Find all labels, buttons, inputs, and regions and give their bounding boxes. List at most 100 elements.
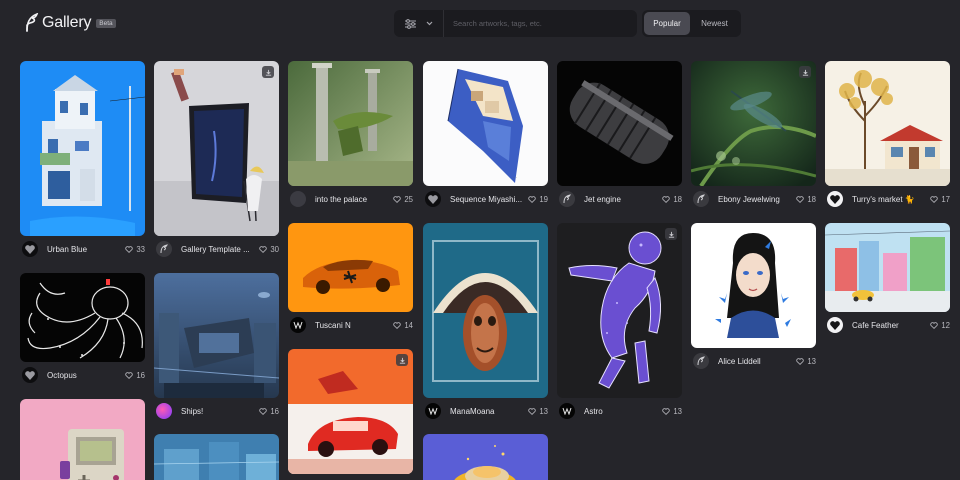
- download-button[interactable]: [799, 66, 811, 78]
- like-count[interactable]: 16: [125, 371, 145, 380]
- artwork-card[interactable]: Ebony Jewelwing 18: [691, 61, 816, 207]
- artwork-card[interactable]: into the palace 25: [288, 61, 413, 207]
- sort-popular-button[interactable]: Popular: [644, 12, 690, 35]
- user-avatar[interactable]: [693, 191, 709, 207]
- artwork-image: [691, 61, 816, 186]
- artwork-thumbnail[interactable]: [20, 273, 145, 362]
- artwork-title[interactable]: Jet engine: [584, 195, 658, 204]
- gallery-logo[interactable]: Gallery Beta: [24, 13, 116, 32]
- heart-icon: [393, 195, 402, 203]
- artwork-thumbnail[interactable]: [154, 434, 279, 480]
- like-count[interactable]: 19: [528, 195, 548, 204]
- artwork-thumbnail[interactable]: [288, 61, 413, 186]
- heart-icon: [528, 407, 537, 415]
- sort-newest-button[interactable]: Newest: [690, 12, 739, 35]
- artwork-title[interactable]: Astro: [584, 407, 658, 416]
- user-avatar[interactable]: [425, 403, 441, 419]
- artwork-title[interactable]: Ships!: [181, 407, 255, 416]
- download-icon: [668, 231, 674, 238]
- user-avatar[interactable]: [827, 317, 843, 333]
- artwork-title[interactable]: Urban Blue: [47, 245, 121, 254]
- artwork-thumbnail[interactable]: [691, 61, 816, 186]
- artwork-thumbnail[interactable]: [557, 61, 682, 186]
- artwork-card[interactable]: Turry's market 🐈 17: [825, 61, 950, 207]
- artwork-thumbnail[interactable]: [20, 399, 145, 480]
- user-avatar[interactable]: [559, 403, 575, 419]
- artwork-title[interactable]: Turry's market 🐈: [852, 195, 926, 204]
- user-avatar[interactable]: [827, 191, 843, 207]
- artwork-thumbnail[interactable]: [691, 223, 816, 348]
- download-button[interactable]: [262, 66, 274, 78]
- artwork-title[interactable]: Gallery Template ...: [181, 245, 255, 254]
- artwork-card[interactable]: ManaMoana 13: [423, 223, 548, 419]
- artwork-card[interactable]: Gallery Template ... 30: [154, 61, 279, 257]
- user-avatar[interactable]: [156, 241, 172, 257]
- like-count[interactable]: 13: [796, 357, 816, 366]
- artwork-thumbnail[interactable]: ···: [423, 61, 548, 186]
- user-avatar[interactable]: [290, 317, 306, 333]
- search-bar: [394, 10, 637, 37]
- like-count[interactable]: 16: [259, 407, 279, 416]
- filter-button[interactable]: [394, 10, 444, 37]
- artwork-card[interactable]: [288, 349, 413, 474]
- like-count[interactable]: 14: [393, 321, 413, 330]
- user-avatar[interactable]: [693, 353, 709, 369]
- artwork-thumbnail[interactable]: [825, 61, 950, 186]
- artwork-card[interactable]: Ships! 16: [154, 273, 279, 419]
- like-count-value: 13: [807, 356, 816, 366]
- artwork-card[interactable]: [20, 399, 145, 480]
- artwork-card[interactable]: Tuscani N 14: [288, 223, 413, 333]
- like-count[interactable]: 12: [930, 321, 950, 330]
- download-button[interactable]: [396, 354, 408, 366]
- user-avatar[interactable]: [290, 191, 306, 207]
- artwork-thumbnail[interactable]: [154, 61, 279, 236]
- artwork-card[interactable]: [154, 434, 279, 480]
- user-avatar[interactable]: [425, 191, 441, 207]
- artwork-title[interactable]: Sequence Miyashi...: [450, 195, 524, 204]
- user-avatar[interactable]: [22, 241, 38, 257]
- artwork-card[interactable]: Cafe Feather 12: [825, 223, 950, 333]
- like-count[interactable]: 25: [393, 195, 413, 204]
- download-button[interactable]: [665, 228, 677, 240]
- like-count-value: 17: [941, 194, 950, 204]
- artwork-thumbnail[interactable]: [423, 223, 548, 398]
- artwork-title[interactable]: Ebony Jewelwing: [718, 195, 792, 204]
- artwork-title[interactable]: ManaMoana: [450, 407, 524, 416]
- heart-icon: [528, 195, 537, 203]
- artwork-image: [154, 434, 279, 480]
- artwork-thumbnail[interactable]: [288, 349, 413, 474]
- artwork-card[interactable]: Jet engine 18: [557, 61, 682, 207]
- artwork-card[interactable]: Astro 13: [557, 223, 682, 419]
- like-count[interactable]: 30: [259, 245, 279, 254]
- artwork-card[interactable]: [423, 434, 548, 480]
- artwork-card[interactable]: Octopus 16: [20, 273, 145, 383]
- artwork-title[interactable]: Cafe Feather: [852, 321, 926, 330]
- user-avatar[interactable]: [156, 403, 172, 419]
- like-count[interactable]: 17: [930, 195, 950, 204]
- artwork-card[interactable]: ··· Sequence Miyashi... 19: [423, 61, 548, 207]
- artwork-thumbnail[interactable]: [557, 223, 682, 398]
- user-avatar[interactable]: [559, 191, 575, 207]
- artwork-thumbnail[interactable]: [288, 223, 413, 312]
- artwork-thumbnail[interactable]: [825, 223, 950, 312]
- like-count[interactable]: 18: [662, 195, 682, 204]
- search-input[interactable]: [444, 10, 637, 37]
- like-count[interactable]: 13: [662, 407, 682, 416]
- like-count[interactable]: 33: [125, 245, 145, 254]
- artwork-thumbnail[interactable]: [154, 273, 279, 398]
- artwork-image: [154, 273, 279, 398]
- artwork-thumbnail[interactable]: [20, 61, 145, 236]
- like-count[interactable]: 13: [528, 407, 548, 416]
- artwork-image: [825, 61, 950, 186]
- artwork-card[interactable]: Urban Blue 33: [20, 61, 145, 257]
- artwork-card[interactable]: Alice Liddell 13: [691, 223, 816, 369]
- like-count-value: 25: [404, 194, 413, 204]
- artwork-thumbnail[interactable]: [423, 434, 548, 480]
- like-count[interactable]: 18: [796, 195, 816, 204]
- artwork-title[interactable]: Tuscani N: [315, 321, 389, 330]
- heart-icon: [125, 371, 134, 379]
- artwork-title[interactable]: into the palace: [315, 195, 389, 204]
- artwork-title[interactable]: Alice Liddell: [718, 357, 792, 366]
- artwork-title[interactable]: Octopus: [47, 371, 121, 380]
- user-avatar[interactable]: [22, 367, 38, 383]
